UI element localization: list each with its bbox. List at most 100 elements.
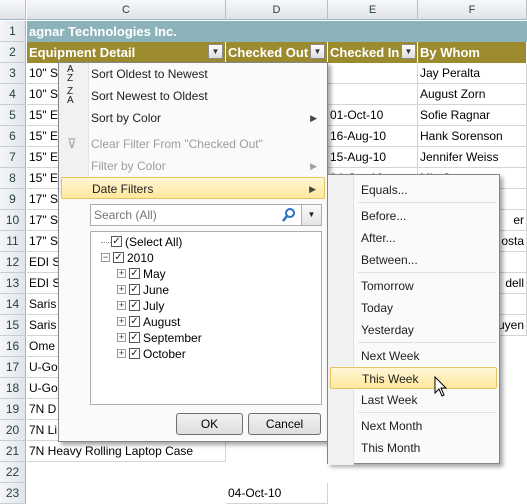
tree-month[interactable]: + ✓ October <box>117 346 186 362</box>
filter-button-equipment[interactable]: ▼ <box>208 44 223 59</box>
tree-month[interactable]: + ✓ June <box>117 282 169 298</box>
row-header[interactable]: 8 <box>0 168 26 189</box>
cell-equipment[interactable]: 7N Heavy Rolling Laptop Case <box>27 441 226 462</box>
submenu-item-last-week[interactable]: Last Week <box>330 389 497 411</box>
submenu-item-next-month[interactable]: Next Month <box>330 415 497 437</box>
row-header[interactable]: 15 <box>0 315 26 336</box>
checkbox-month[interactable]: ✓ <box>129 316 140 328</box>
cell-by-whom[interactable]: August Zorn <box>418 84 527 105</box>
header-by-whom[interactable]: By Whom <box>418 42 527 63</box>
expand-icon[interactable]: + <box>117 333 126 343</box>
expand-icon[interactable]: + <box>117 269 126 279</box>
checkbox-month[interactable]: ✓ <box>129 284 140 296</box>
mouse-cursor-icon <box>434 376 448 397</box>
row-header[interactable]: 13 <box>0 273 26 294</box>
column-header-c[interactable]: C <box>27 0 226 20</box>
expand-icon[interactable]: + <box>117 349 126 359</box>
row-header[interactable]: 11 <box>0 231 26 252</box>
select-all-corner[interactable] <box>0 0 26 20</box>
cell-by-whom[interactable]: Hank Sorenson <box>418 126 527 147</box>
submenu-item-this-week[interactable]: This Week <box>330 367 497 389</box>
column-header-d[interactable]: D <box>226 0 328 20</box>
row-header[interactable]: 2 <box>0 42 26 63</box>
cell-by-whom[interactable]: Jay Peralta <box>418 63 527 84</box>
search-box[interactable]: ▼ <box>90 204 322 226</box>
cell-checked-in[interactable]: 01-Oct-10 <box>328 105 418 126</box>
cell-checked-out[interactable]: 04-Oct-10 <box>226 483 328 504</box>
menu-sort-newest-oldest[interactable]: ZA Sort Newest to Oldest <box>61 85 325 107</box>
menu-date-filters[interactable]: Date Filters ▶ <box>61 177 325 199</box>
menu-clear-filter[interactable]: ⊽ Clear Filter From "Checked Out" <box>61 133 325 155</box>
row-header[interactable]: 10 <box>0 210 26 231</box>
menu-sort-by-color[interactable]: Sort by Color ▶ <box>61 107 325 129</box>
search-dropdown-button[interactable]: ▼ <box>301 205 321 225</box>
filter-button-checked-out[interactable]: ▼ <box>310 44 325 59</box>
row-header[interactable]: 9 <box>0 189 26 210</box>
checkbox-year[interactable]: ✓ <box>113 252 124 264</box>
checkbox-month[interactable]: ✓ <box>129 348 140 360</box>
search-input[interactable] <box>91 205 281 225</box>
tree-month[interactable]: + ✓ July <box>117 298 164 314</box>
submenu-item-equals[interactable]: Equals... <box>330 179 497 201</box>
submenu-item-between[interactable]: Between... <box>330 249 497 271</box>
column-header-e[interactable]: E <box>328 0 418 20</box>
expand-icon[interactable]: + <box>117 317 126 327</box>
checkbox-month[interactable]: ✓ <box>129 300 140 312</box>
row-header[interactable]: 23 <box>0 483 26 504</box>
row-header[interactable]: 3 <box>0 63 26 84</box>
cell-by-whom[interactable]: Jennifer Weiss <box>418 147 527 168</box>
submenu-item-before[interactable]: Before... <box>330 205 497 227</box>
tree-month[interactable]: + ✓ August <box>117 314 180 330</box>
submenu-item-next-week[interactable]: Next Week <box>330 345 497 367</box>
row-header[interactable]: 18 <box>0 378 26 399</box>
checkbox-select-all[interactable]: ✓ <box>111 236 122 248</box>
header-checked-out[interactable]: Checked Out ▼ <box>226 42 328 63</box>
header-equipment-detail[interactable]: Equipment Detail ▼ <box>27 42 226 63</box>
tree-year-2010[interactable]: − ✓ 2010 <box>101 250 154 266</box>
row-header[interactable]: 14 <box>0 294 26 315</box>
cell-by-whom[interactable]: Sofie Ragnar <box>418 105 527 126</box>
menu-filter-by-color[interactable]: Filter by Color ▶ <box>61 155 325 177</box>
cell-checked-in[interactable] <box>328 63 418 84</box>
row-header[interactable]: 22 <box>0 462 26 483</box>
row-header[interactable]: 16 <box>0 336 26 357</box>
row-header[interactable]: 1 <box>0 21 26 42</box>
expand-icon[interactable]: + <box>117 285 126 295</box>
tree-select-all[interactable]: ✓ (Select All) <box>101 234 182 250</box>
filter-button-checked-in[interactable]: ▼ <box>401 44 416 59</box>
submenu-item-after[interactable]: After... <box>330 227 497 249</box>
tree-month[interactable]: + ✓ September <box>117 330 202 346</box>
row-header[interactable]: 7 <box>0 147 26 168</box>
tree-month[interactable]: + ✓ May <box>117 266 166 282</box>
cell-checked-in[interactable]: 15-Aug-10 <box>328 147 418 168</box>
expand-icon[interactable]: + <box>117 301 126 311</box>
row-header[interactable]: 17 <box>0 357 26 378</box>
submenu-item-today[interactable]: Today <box>330 297 497 319</box>
row-header[interactable]: 12 <box>0 252 26 273</box>
cancel-button[interactable]: Cancel <box>248 413 321 435</box>
search-icon[interactable] <box>281 207 297 223</box>
menu-sort-oldest-newest[interactable]: AZ Sort Oldest to Newest <box>61 63 325 85</box>
submenu-item-yesterday[interactable]: Yesterday <box>330 319 497 341</box>
row-header[interactable]: 19 <box>0 399 26 420</box>
header-checked-in[interactable]: Checked In ▼ <box>328 42 418 63</box>
column-header-f[interactable]: F <box>418 0 527 20</box>
filter-dropdown-menu: AZ Sort Oldest to Newest ZA Sort Newest … <box>58 62 328 442</box>
menu-item-label: Sort Newest to Oldest <box>91 89 208 103</box>
collapse-icon[interactable]: − <box>101 253 110 263</box>
title-cell[interactable]: agnar Technologies Inc. <box>27 21 527 42</box>
checkbox-month[interactable]: ✓ <box>129 332 140 344</box>
row-header[interactable]: 20 <box>0 420 26 441</box>
cell-checked-in[interactable] <box>328 84 418 105</box>
cell-checked-in[interactable]: 16-Aug-10 <box>328 126 418 147</box>
row-header[interactable]: 4 <box>0 84 26 105</box>
row-header[interactable]: 21 <box>0 441 26 462</box>
submenu-item-tomorrow[interactable]: Tomorrow <box>330 275 497 297</box>
row-header[interactable]: 5 <box>0 105 26 126</box>
submenu-item-this-month[interactable]: This Month <box>330 437 497 459</box>
checkbox-month[interactable]: ✓ <box>129 268 140 280</box>
tree-label: September <box>143 331 202 345</box>
row-header[interactable]: 6 <box>0 126 26 147</box>
ok-button[interactable]: OK <box>176 413 243 435</box>
menu-separator <box>358 342 496 343</box>
